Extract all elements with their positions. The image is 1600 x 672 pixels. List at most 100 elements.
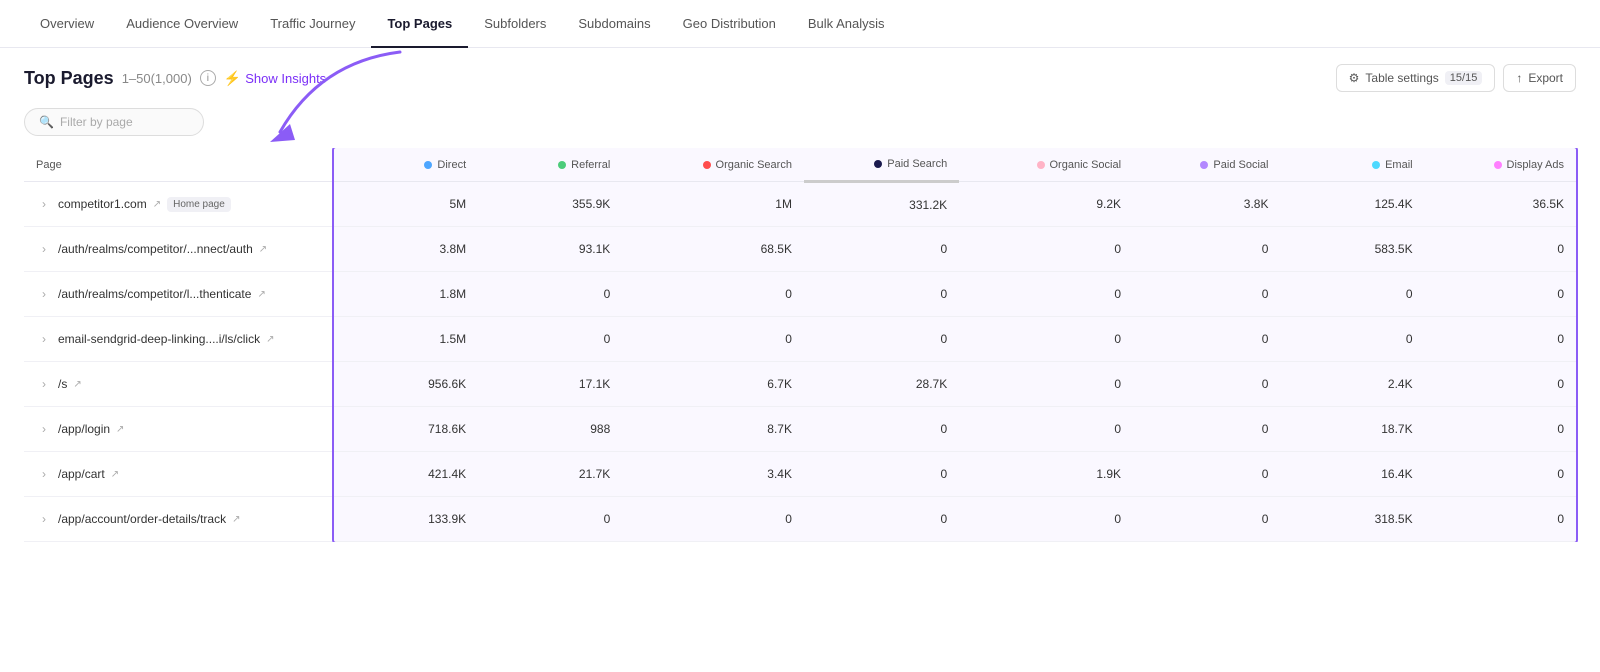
value-cell: 0 <box>959 362 1133 407</box>
nav-item-overview[interactable]: Overview <box>24 0 110 48</box>
nav-item-top-pages[interactable]: Top Pages <box>371 0 468 48</box>
col-header-display-ads: Display Ads <box>1425 148 1576 182</box>
page-title: Top Pages <box>24 68 114 89</box>
value-cell: 0 <box>959 272 1133 317</box>
value-cell: 0 <box>1425 272 1576 317</box>
value-cell: 1.5M <box>334 317 478 362</box>
page-link[interactable]: email-sendgrid-deep-linking....i/ls/clic… <box>58 332 260 346</box>
value-cell: 988 <box>478 407 622 452</box>
table-settings-button[interactable]: ⚙ Table settings 15/15 <box>1336 64 1496 92</box>
referral-dot <box>558 161 566 169</box>
table-row: ›/app/cart↗421.4K21.7K3.4K01.9K016.4K0 <box>24 452 1576 497</box>
page-col-label: Page <box>36 159 62 171</box>
nav-item-subfolders[interactable]: Subfolders <box>468 0 562 48</box>
value-cell: 6.7K <box>622 362 804 407</box>
value-cell: 0 <box>1133 362 1280 407</box>
page-link[interactable]: /auth/realms/competitor/l...thenticate <box>58 287 251 301</box>
value-cell: 421.4K <box>334 452 478 497</box>
show-insights-link[interactable]: ⚡ Show Insights <box>224 70 326 87</box>
value-cell: 133.9K <box>334 497 478 542</box>
page-link[interactable]: /app/cart <box>58 467 105 481</box>
nav-item-traffic-journey[interactable]: Traffic Journey <box>254 0 371 48</box>
value-cell: 331.2K <box>804 182 959 227</box>
external-link-icon[interactable]: ↗ <box>73 379 81 390</box>
nav-item-subdomains[interactable]: Subdomains <box>562 0 666 48</box>
page-link[interactable]: /app/login <box>58 422 110 436</box>
export-icon: ↑ <box>1516 71 1522 85</box>
value-cell: 0 <box>622 272 804 317</box>
value-cell: 355.9K <box>478 182 622 227</box>
table-row: › /auth/realms/competitor/l...thenticate ↗… <box>24 272 1576 317</box>
search-icon: 🔍 <box>39 115 54 129</box>
external-link-icon[interactable]: ↗ <box>111 469 119 480</box>
external-link-icon[interactable]: ↗ <box>257 289 265 300</box>
value-cell: 0 <box>959 407 1133 452</box>
value-cell: 0 <box>1133 227 1280 272</box>
table-row: ›/app/login↗718.6K9888.7K00018.7K0 <box>24 407 1576 452</box>
col-header-paid-social: Paid Social <box>1133 148 1280 182</box>
expand-row-btn[interactable]: › <box>36 466 52 482</box>
value-cell: 3.4K <box>622 452 804 497</box>
value-cell: 956.6K <box>334 362 478 407</box>
nav-item-geo-distribution[interactable]: Geo Distribution <box>667 0 792 48</box>
value-cell: 0 <box>804 317 959 362</box>
value-cell: 0 <box>959 497 1133 542</box>
page-link[interactable]: /app/account/order-details/track <box>58 512 226 526</box>
page-link[interactable]: /s <box>58 377 67 391</box>
expand-row-btn[interactable]: › <box>36 241 52 257</box>
expand-row-btn[interactable]: › <box>36 331 52 347</box>
value-cell: 3.8M <box>334 227 478 272</box>
external-link-icon[interactable]: ↗ <box>116 424 124 435</box>
value-cell: 718.6K <box>334 407 478 452</box>
column-count-badge: 15/15 <box>1445 71 1483 85</box>
filter-input[interactable]: 🔍 Filter by page <box>24 108 204 136</box>
organic-search-label: Organic Search <box>716 159 792 171</box>
referral-label: Referral <box>571 159 610 171</box>
display-ads-label: Display Ads <box>1507 159 1564 171</box>
value-cell: 0 <box>1425 452 1576 497</box>
page-link[interactable]: /auth/realms/competitor/...nnect/auth <box>58 242 253 256</box>
title-area: Top Pages 1–50(1,000) i ⚡ Show Insights <box>24 68 326 89</box>
col-header-page: Page <box>24 148 334 182</box>
external-link-icon[interactable]: ↗ <box>259 244 267 255</box>
value-cell: 3.8K <box>1133 182 1280 227</box>
expand-row-btn[interactable]: › <box>36 421 52 437</box>
show-insights-label: Show Insights <box>245 71 326 86</box>
nav-item-bulk-analysis[interactable]: Bulk Analysis <box>792 0 901 48</box>
export-button[interactable]: ↑ Export <box>1503 64 1576 92</box>
expand-row-btn[interactable]: › <box>36 286 52 302</box>
organic-social-dot <box>1037 161 1045 169</box>
expand-row-btn[interactable]: › <box>36 511 52 527</box>
expand-row-btn[interactable]: › <box>36 376 52 392</box>
value-cell: 583.5K <box>1280 227 1424 272</box>
value-cell: 28.7K <box>804 362 959 407</box>
value-cell: 0 <box>959 227 1133 272</box>
page-cell-1: › /auth/realms/competitor/...nnect/auth ↗ <box>24 227 334 272</box>
external-link-icon[interactable]: ↗ <box>266 334 274 345</box>
info-icon[interactable]: i <box>200 70 216 86</box>
value-cell: 0 <box>478 272 622 317</box>
table-row: ›competitor1.com↗Home page5M355.9K1M331.… <box>24 182 1576 227</box>
page-cell-0: ›competitor1.com↗Home page <box>24 182 334 227</box>
value-cell: 0 <box>622 497 804 542</box>
value-cell: 16.4K <box>1280 452 1424 497</box>
export-label: Export <box>1528 71 1563 85</box>
page-cell-2: › /auth/realms/competitor/l...thenticate ↗ <box>24 272 334 317</box>
table-highlight-wrapper: Page DirectReferralOrganic SearchPaid Se… <box>24 148 1576 542</box>
value-cell: 21.7K <box>478 452 622 497</box>
value-cell: 0 <box>804 272 959 317</box>
external-link-icon[interactable]: ↗ <box>232 514 240 525</box>
nav-item-audience-overview[interactable]: Audience Overview <box>110 0 254 48</box>
filter-placeholder: Filter by page <box>60 115 133 129</box>
value-cell: 0 <box>1280 317 1424 362</box>
expand-row-btn[interactable]: › <box>36 196 52 212</box>
gear-icon: ⚙ <box>1349 71 1360 85</box>
value-cell: 0 <box>804 452 959 497</box>
table-row: › /app/account/order-details/track ↗ 133.9K… <box>24 497 1576 542</box>
col-header-organic-search: Organic Search <box>622 148 804 182</box>
external-link-icon[interactable]: ↗ <box>153 199 161 210</box>
value-cell: 0 <box>1280 272 1424 317</box>
value-cell: 125.4K <box>1280 182 1424 227</box>
page-link[interactable]: competitor1.com <box>58 197 147 211</box>
header-actions: ⚙ Table settings 15/15 ↑ Export <box>1336 64 1576 92</box>
